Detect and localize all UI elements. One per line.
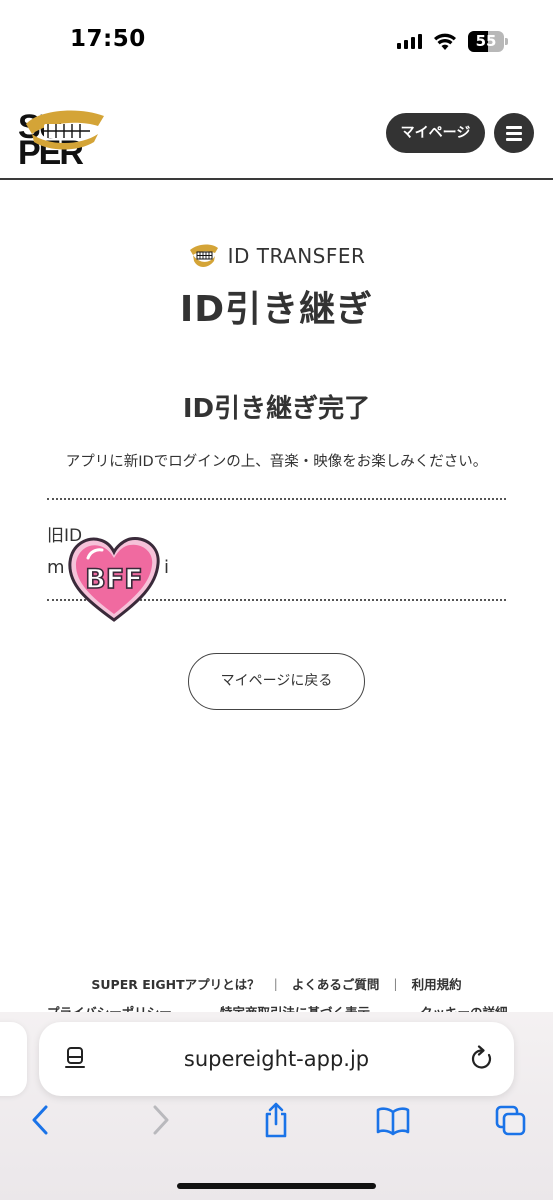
mypage-button[interactable]: マイページ — [386, 113, 485, 153]
home-indicator — [177, 1183, 376, 1189]
old-id-value-end: i — [164, 557, 170, 578]
bookmarks-icon[interactable] — [376, 1102, 410, 1138]
previous-tab-peek[interactable] — [0, 1022, 27, 1096]
footer-separator: | — [273, 976, 278, 991]
footer-separator: | — [393, 976, 398, 991]
completion-message: アプリに新IDでログインの上、音楽・映像をお楽しみください。 — [65, 454, 488, 470]
page-label: ID TRANSFER — [0, 242, 553, 274]
url-text[interactable]: supereight-app.jp — [39, 1022, 514, 1096]
footer-link-faq[interactable]: よくあるご質問 — [292, 974, 380, 993]
footer-link-terms[interactable]: 利用規約 — [412, 974, 462, 993]
sticker-text: BFF — [85, 564, 142, 595]
back-to-mypage-button[interactable]: マイページに戻る — [188, 653, 365, 710]
reload-icon[interactable] — [469, 1045, 495, 1073]
browser-toolbar — [0, 1100, 553, 1144]
section-title: ID引き継ぎ完了 — [182, 394, 371, 424]
status-time: 17:50 — [70, 26, 146, 52]
site-header: SU PER マイページ — [0, 80, 553, 180]
share-icon[interactable] — [259, 1102, 293, 1138]
forward-icon[interactable] — [143, 1102, 177, 1138]
teeth-icon — [189, 244, 218, 267]
battery-level: 55 — [475, 32, 497, 50]
old-id-value-start: m — [47, 557, 65, 578]
address-bar[interactable]: supereight-app.jp — [39, 1022, 514, 1096]
super-eight-logo[interactable]: SU PER — [18, 102, 114, 164]
footer-link-about[interactable]: SUPER EIGHTアプリとは？ — [91, 974, 259, 993]
battery-icon: 55 — [468, 31, 508, 52]
page-title: ID引き継ぎ — [179, 289, 374, 330]
page-label-text: ID TRANSFER — [227, 244, 366, 268]
bff-heart-sticker: BFF — [68, 536, 160, 622]
browser-bottom-bar: supereight-app.jp — [0, 1012, 553, 1200]
footer-links: SUPER EIGHTアプリとは？ | よくあるご質問 | 利用規約 — [0, 974, 553, 993]
tabs-icon[interactable] — [494, 1102, 528, 1138]
wifi-icon — [434, 33, 456, 50]
back-icon[interactable] — [24, 1102, 58, 1138]
menu-button[interactable] — [494, 113, 534, 153]
status-bar: 17:50 55 — [0, 0, 553, 80]
cellular-signal-icon — [397, 33, 422, 49]
divider-top — [47, 498, 506, 500]
svg-text:PER: PER — [18, 134, 83, 164]
